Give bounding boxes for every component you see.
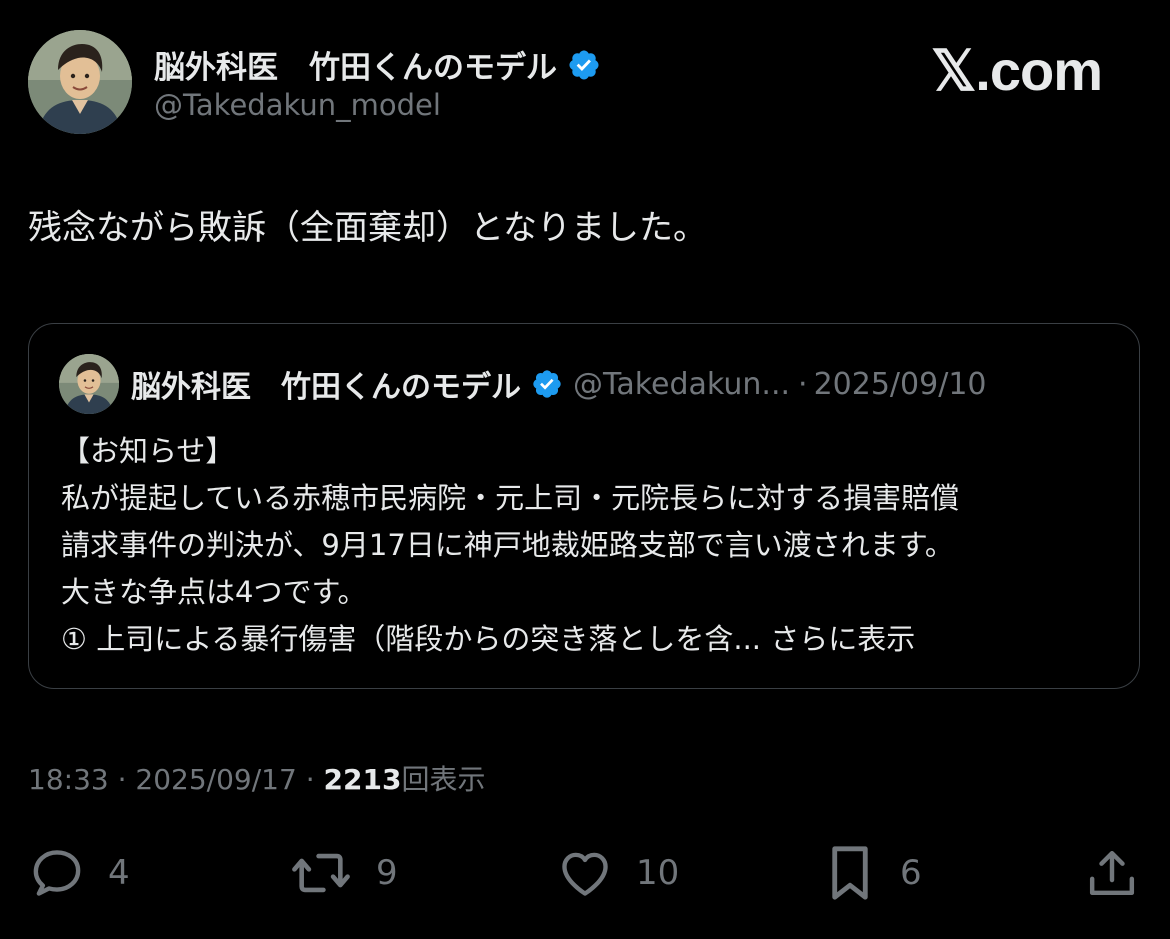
view-count: 2213 <box>323 763 402 796</box>
tweet-meta: 18:33 · 2025/09/17 · 2213回表示 <box>28 758 485 798</box>
quoted-tweet-header: 脳外科医 竹田くんのモデル @Takedakun... · 2025/09/10 <box>131 362 987 406</box>
tweet-time[interactable]: 18:33 <box>28 763 109 796</box>
like-button[interactable]: 10 <box>556 838 679 908</box>
doctor-avatar-illustration-icon <box>28 30 132 134</box>
quoted-line: 請求事件の判決が、9月17日に神戸地裁姫路支部で言い渡されます。 <box>61 528 954 562</box>
author-name-line[interactable]: 脳外科医 竹田くんのモデル <box>154 42 601 87</box>
separator-dot: · <box>117 763 127 796</box>
verified-badge-icon <box>531 368 563 400</box>
view-count-label: 回表示 <box>401 763 486 796</box>
heart-icon <box>562 852 608 896</box>
quoted-tweet-date[interactable]: 2025/09/10 <box>814 367 987 402</box>
quoted-line: 私が提起している赤穂市民病院・元上司・元院長らに対する損害賠償 <box>61 481 960 515</box>
author-display-name[interactable]: 脳外科医 竹田くんのモデル <box>154 42 557 87</box>
bookmark-icon <box>832 846 868 900</box>
reply-icon <box>33 850 81 896</box>
x-com-logo: 𝕏.com <box>931 39 1103 102</box>
quoted-tweet-body: 【お知らせ】 私が提起している赤穂市民病院・元上司・元院長らに対する損害賠償 請… <box>61 428 1121 663</box>
tweet-date[interactable]: 2025/09/17 <box>135 763 296 796</box>
doctor-avatar-illustration-icon <box>59 354 119 414</box>
quoted-author-avatar[interactable] <box>59 354 119 414</box>
author-avatar[interactable] <box>28 30 132 134</box>
show-more-link[interactable]: さらに表示 <box>770 622 915 656</box>
quoted-line: 大きな争点は4つです。 <box>61 575 367 609</box>
separator-dot: · <box>798 366 808 402</box>
verified-badge-icon <box>567 48 601 82</box>
quoted-tweet-card[interactable]: 脳外科医 竹田くんのモデル @Takedakun... · 2025/09/10… <box>28 323 1140 689</box>
quoted-author-handle[interactable]: @Takedakun... <box>573 367 790 402</box>
repost-icon <box>292 853 350 893</box>
share-icon <box>1089 850 1135 896</box>
like-count: 10 <box>636 853 680 893</box>
author-handle[interactable]: @Takedakun_model <box>154 88 441 122</box>
quoted-line: 【お知らせ】 <box>61 434 235 468</box>
share-button[interactable] <box>1084 838 1140 908</box>
quoted-line-last: ① 上司による暴行傷害（階段からの突き落としを含... さらに表示 <box>61 616 1121 663</box>
action-bar: 4 9 10 6 <box>0 838 1170 908</box>
repost-count: 9 <box>376 853 398 893</box>
tweet-text: 残念ながら敗訴（全面棄却）となりました。 <box>28 208 707 248</box>
quoted-line-text: ① 上司による暴行傷害（階段からの突き落としを含... <box>61 622 762 656</box>
repost-button[interactable]: 9 <box>288 838 398 908</box>
quoted-author-name[interactable]: 脳外科医 竹田くんのモデル <box>131 362 521 406</box>
reply-button[interactable]: 4 <box>28 838 130 908</box>
bookmark-count: 6 <box>900 853 922 893</box>
separator-dot: · <box>305 763 315 796</box>
tweet-header: 脳外科医 竹田くんのモデル @Takedakun_model 𝕏.com <box>28 30 1142 140</box>
bookmark-button[interactable]: 6 <box>822 838 922 908</box>
reply-count: 4 <box>108 853 130 893</box>
